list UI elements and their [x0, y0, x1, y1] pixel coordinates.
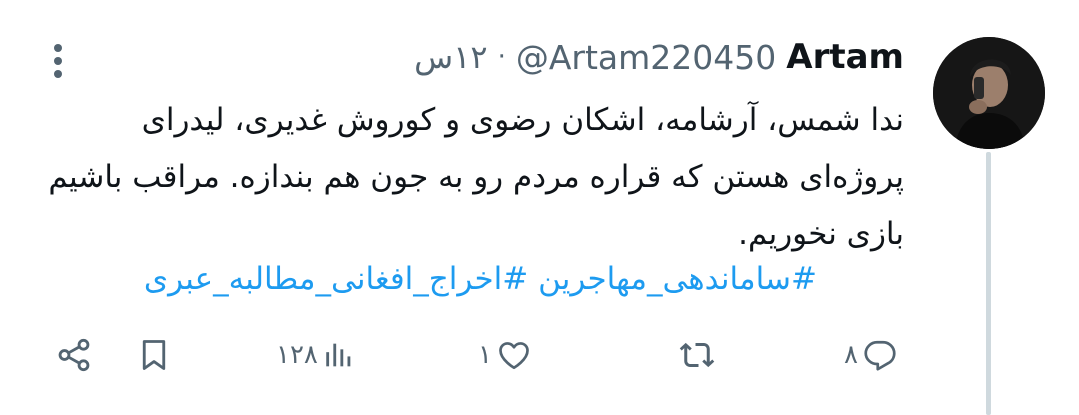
more-vertical-icon-dot	[54, 57, 62, 65]
views-button[interactable]: ۱۲۸	[276, 330, 356, 380]
reply-count: ۸	[844, 340, 858, 370]
more-vertical-icon-dot	[54, 70, 62, 78]
reply-icon	[864, 340, 896, 371]
display-name[interactable]: Artam	[786, 37, 904, 77]
retweet-button[interactable]	[674, 330, 716, 380]
heart-icon	[499, 342, 529, 370]
timestamp[interactable]: ۱۲س	[414, 38, 487, 76]
tweet-text: ندا شمس، آرشامه، اشکان رضوی و کوروش غدیر…	[48, 102, 904, 252]
action-bar: ۸ ۱ ۱۲۸	[0, 330, 1079, 380]
handle[interactable]: @Artam220450	[516, 38, 776, 77]
share-icon	[58, 338, 90, 372]
avatar[interactable]	[933, 37, 1045, 149]
hashtag-links[interactable]: #ساماندهی_مهاجرین #اخراج_افغانی_مطالبه_ع…	[17, 254, 817, 304]
bookmark-button[interactable]	[136, 330, 172, 380]
like-button[interactable]: ۱	[478, 330, 532, 380]
avatar-photo	[933, 37, 1045, 149]
more-vertical-icon	[54, 44, 62, 52]
like-count: ۱	[478, 340, 492, 370]
share-button[interactable]	[55, 330, 93, 380]
retweet-icon	[679, 342, 715, 368]
tweet-header: Artam @Artam220450 · ۱۲س	[414, 32, 904, 82]
reply-button[interactable]: ۸	[844, 330, 898, 380]
header-separator: ·	[497, 42, 506, 72]
views-icon	[326, 343, 351, 367]
views-count: ۱۲۸	[276, 340, 318, 370]
more-options-button[interactable]	[46, 44, 70, 78]
bookmark-icon	[142, 340, 166, 370]
